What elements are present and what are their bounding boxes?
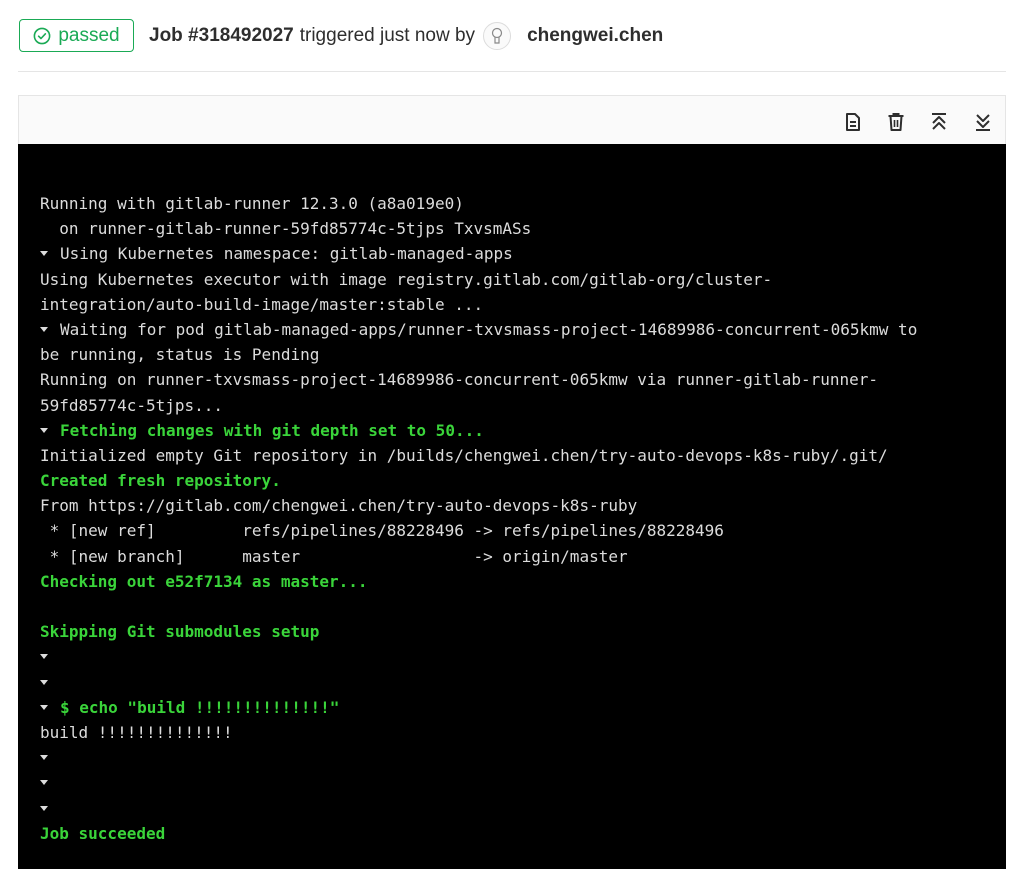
log-line-text: Initialized empty Git repository in /bui… [40,445,888,465]
log-line-text: Running with gitlab-runner 12.3.0 (a8a01… [40,194,464,213]
log-line: on runner-gitlab-runner-59fd85774c-5tjps… [40,216,1006,241]
log-section-line[interactable] [40,644,1006,669]
log-line-text: Created fresh repository. [40,471,281,491]
status-badge[interactable]: passed [19,19,134,52]
log-line-text: Fetching changes with git depth set to 5… [60,420,484,440]
caret-down-icon[interactable] [40,679,48,685]
log-line: Checking out e52f7134 as master... [40,569,1006,594]
scroll-to-bottom-icon[interactable] [971,110,995,134]
log-line-text: on runner-gitlab-runner-59fd85774c-5tjps… [40,219,532,239]
avatar[interactable] [483,22,512,50]
caret-down-icon[interactable] [40,326,48,332]
log-line-text: * [new branch] master -> origin/master [40,546,628,566]
log-line-text: * [new ref] refs/pipelines/88228496 -> r… [40,521,724,541]
status-label: passed [58,24,120,46]
log-line: * [new branch] master -> origin/master [40,544,1006,569]
caret-down-icon[interactable] [40,704,48,710]
erase-log-icon[interactable] [884,110,908,134]
log-line-text: 59fd85774c-5tjps... [40,395,224,415]
log-line: From https://gitlab.com/chengwei.chen/tr… [40,493,1006,518]
log-section-line[interactable]: Fetching changes with git depth set to 5… [40,418,1006,443]
log-line: Skipping Git submodules setup [40,619,1006,644]
log-line-text: build !!!!!!!!!!!!!! [40,722,233,742]
log-section-line[interactable] [40,670,1006,695]
log-line-text: Skipping Git submodules setup [40,622,320,642]
log-section-line[interactable] [40,745,1006,770]
log-line: Initialized empty Git repository in /bui… [40,443,1006,468]
job-header: passed Job #318492027 triggered just now… [18,0,1006,72]
job-log-output[interactable]: Running with gitlab-runner 12.3.0 (a8a01… [18,144,1006,869]
log-line-text: be running, status is Pending [40,345,320,365]
log-section-line[interactable]: Using Kubernetes namespace: gitlab-manag… [40,241,1006,266]
log-toolbar [18,95,1006,144]
check-circle-icon [33,27,51,45]
scroll-to-top-icon[interactable] [927,110,951,134]
log-section-line[interactable]: $ echo "build !!!!!!!!!!!!!!" [40,695,1006,720]
log-line: build !!!!!!!!!!!!!! [40,720,1006,745]
log-line: Job succeeded [40,821,1006,846]
log-line-text: integration/auto-build-image/master:stab… [40,294,484,314]
caret-down-icon[interactable] [40,251,48,257]
log-line-text: Checking out e52f7134 as master... [40,571,368,591]
caret-down-icon[interactable] [40,755,48,761]
log-line: Created fresh repository. [40,468,1006,493]
log-line-text: Using Kubernetes namespace: gitlab-manag… [60,244,513,264]
job-log-panel: Running with gitlab-runner 12.3.0 (a8a01… [18,95,1006,869]
log-line-text: Job succeeded [40,823,166,843]
log-line-text: Waiting for pod gitlab-managed-apps/runn… [60,319,918,339]
log-line: * [new ref] refs/pipelines/88228496 -> r… [40,518,1006,543]
caret-down-icon[interactable] [40,805,48,811]
job-id: Job #318492027 [149,25,294,46]
log-line-text: Using Kubernetes executor with image reg… [40,269,773,289]
log-section-line[interactable]: Waiting for pod gitlab-managed-apps/runn… [40,317,1006,342]
raw-log-icon[interactable] [841,110,865,134]
caret-down-icon[interactable] [40,427,48,433]
log-line: Running on runner-txvsmass-project-14689… [40,367,1006,392]
log-section-line[interactable] [40,796,1006,821]
log-line: 59fd85774c-5tjps... [40,393,1006,418]
caret-down-icon[interactable] [40,780,48,786]
log-line: Using Kubernetes executor with image reg… [40,267,1006,292]
log-line: integration/auto-build-image/master:stab… [40,292,1006,317]
log-line-text: $ echo "build !!!!!!!!!!!!!!" [60,697,340,717]
log-line: be running, status is Pending [40,342,1006,367]
username[interactable]: chengwei.chen [527,25,663,47]
triggered-text: triggered just now by [299,25,476,46]
log-section-line[interactable] [40,770,1006,795]
log-line-text: Running on runner-txvsmass-project-14689… [40,370,879,390]
log-line: Running with gitlab-runner 12.3.0 (a8a01… [40,191,1006,216]
job-info: Job #318492027 triggered just now by che… [149,20,663,52]
caret-down-icon[interactable] [40,654,48,660]
log-line-text: From https://gitlab.com/chengwei.chen/tr… [40,496,638,516]
